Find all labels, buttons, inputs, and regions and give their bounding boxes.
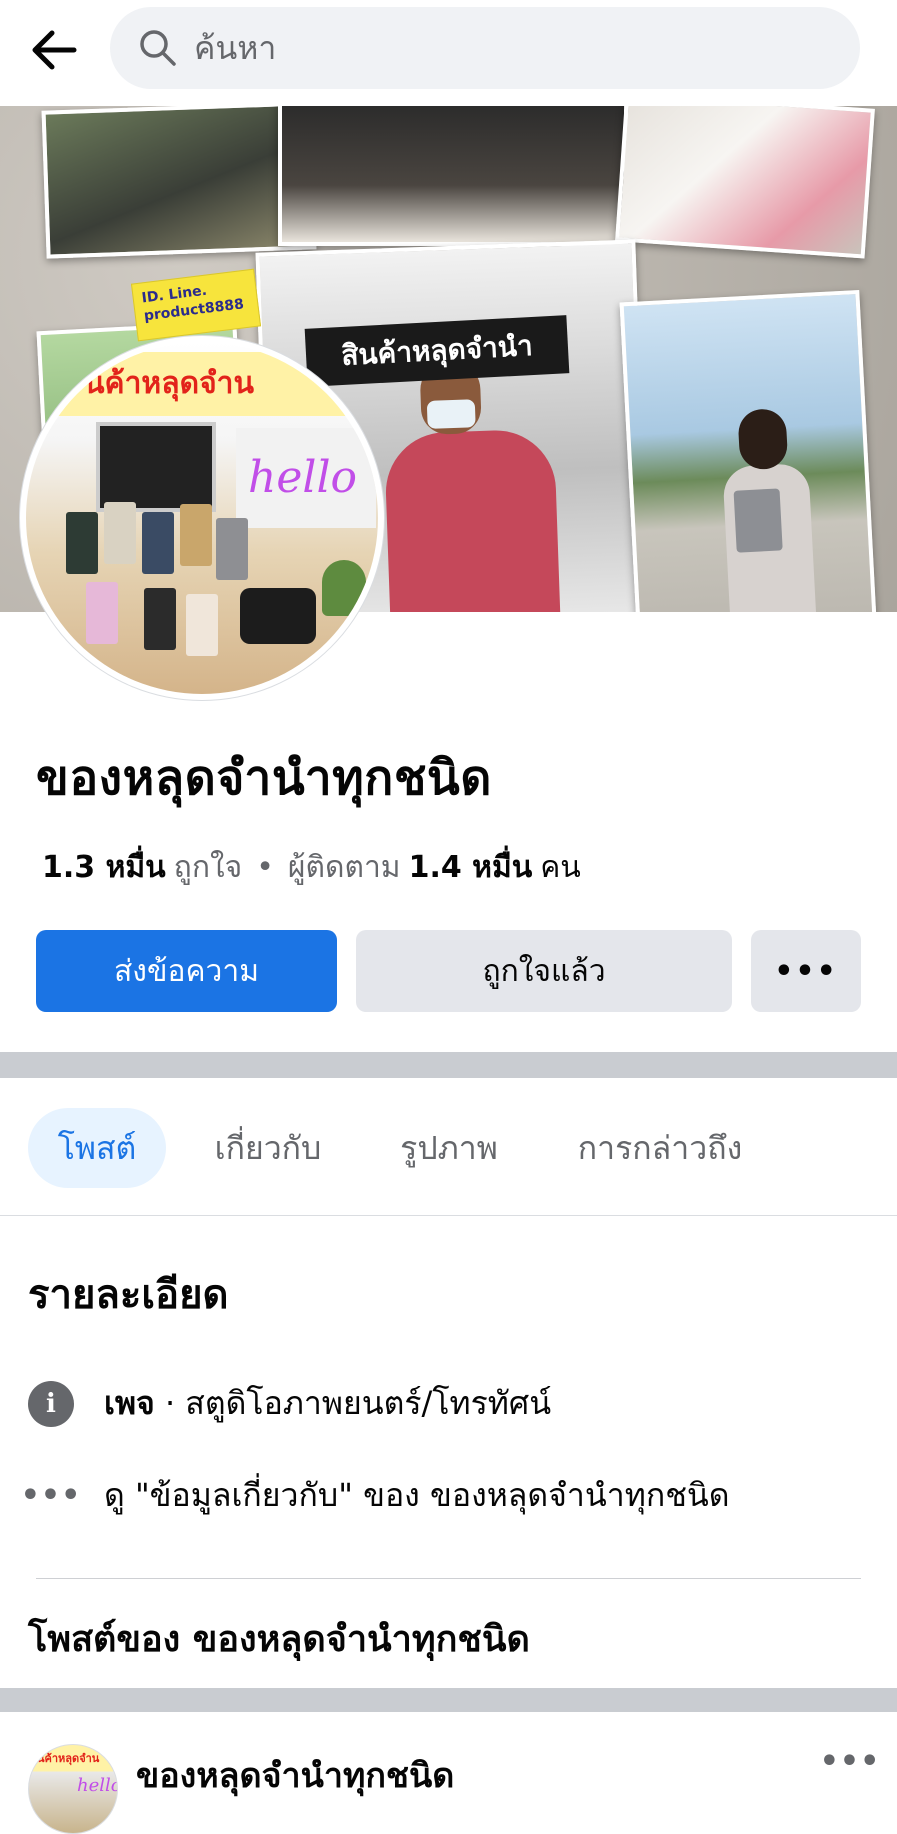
tab-about[interactable]: เกี่ยวกับ bbox=[200, 1108, 336, 1188]
avatar-banner: นค้าหลุดจำน bbox=[44, 352, 364, 416]
followers-unit: คน bbox=[540, 850, 581, 885]
stats-separator: • bbox=[256, 850, 274, 885]
post-avatar[interactable]: นค้าหลุดจำน hello bbox=[28, 1744, 118, 1834]
profile-tabs: โพสต์ เกี่ยวกับ รูปภาพ การกล่าวถึง bbox=[0, 1078, 897, 1216]
cover-collage-photo bbox=[278, 106, 628, 246]
search-bar[interactable] bbox=[110, 7, 860, 89]
tab-photos[interactable]: รูปภาพ bbox=[384, 1108, 514, 1188]
info-icon: i bbox=[28, 1380, 74, 1427]
followers-label: ผู้ติดตาม bbox=[287, 850, 401, 885]
category-row: i เพจ · สตูดิโอภาพยนตร์/โทรทัศน์ bbox=[28, 1378, 551, 1429]
section-divider bbox=[0, 1052, 897, 1078]
post-more-button[interactable]: ••• bbox=[820, 1736, 880, 1786]
post-author-name[interactable]: ของหลุดจำนำทุกชนิด bbox=[136, 1748, 454, 1802]
page-title: ของหลุดจำนำทุกชนิด bbox=[36, 750, 492, 806]
posts-section-title: โพสต์ของ ของหลุดจำนำทุกชนิด bbox=[28, 1619, 530, 1660]
phone-box-graphic bbox=[216, 518, 248, 580]
plant-graphic bbox=[322, 560, 366, 616]
phone-box-graphic bbox=[142, 512, 174, 574]
likes-label: ถูกใจ bbox=[173, 850, 243, 885]
camera-graphic bbox=[240, 588, 316, 644]
avatar-banner: นค้าหลุดจำน bbox=[37, 1752, 100, 1765]
section-divider bbox=[0, 1688, 897, 1712]
page-stats: 1.3 หมื่น ถูกใจ • ผู้ติดตาม 1.4 หมื่น คน bbox=[42, 844, 581, 891]
details-title: รายละเอียด bbox=[28, 1272, 229, 1318]
cover-collage-photo bbox=[619, 289, 877, 612]
tab-posts[interactable]: โพสต์ bbox=[28, 1108, 166, 1188]
profile-avatar[interactable]: นค้าหลุดจำน hello bbox=[20, 336, 384, 700]
phone-box-graphic bbox=[180, 504, 212, 566]
phone-box-graphic bbox=[144, 588, 176, 650]
back-button[interactable] bbox=[24, 22, 84, 78]
tab-mentions[interactable]: การกล่าวถึง bbox=[560, 1108, 760, 1188]
divider bbox=[36, 1578, 861, 1579]
search-icon bbox=[136, 26, 180, 70]
likes-count: 1.3 หมื่น bbox=[42, 850, 166, 885]
phone-box-graphic bbox=[186, 594, 218, 656]
send-message-button[interactable]: ส่งข้อความ bbox=[36, 930, 337, 1012]
search-input[interactable] bbox=[194, 29, 794, 67]
person-figure bbox=[381, 356, 561, 612]
more-options-button[interactable]: ••• bbox=[751, 930, 861, 1012]
see-about-row[interactable]: ••• ดู "ข้อมูลเกี่ยวกับ" ของ ของหลุดจำนำ… bbox=[20, 1470, 730, 1521]
monitor-graphic bbox=[96, 422, 216, 512]
avatar-image: นค้าหลุดจำน hello bbox=[26, 342, 378, 694]
phone-box-graphic bbox=[104, 502, 136, 564]
post-header: นค้าหลุดจำน hello ของหลุดจำนำทุกชนิด ••• bbox=[0, 1712, 897, 1834]
liked-button[interactable]: ถูกใจแล้ว bbox=[356, 930, 732, 1012]
see-about-link[interactable]: ดู "ข้อมูลเกี่ยวกับ" ของ ของหลุดจำนำทุกช… bbox=[104, 1470, 730, 1521]
category-type: เพจ bbox=[104, 1384, 155, 1422]
back-arrow-icon bbox=[32, 30, 77, 70]
cover-collage-photo bbox=[615, 106, 875, 259]
hello-graphic: hello bbox=[236, 428, 376, 528]
category-value: · สตูดิโอภาพยนตร์/โทรทัศน์ bbox=[154, 1384, 552, 1422]
top-bar bbox=[0, 0, 897, 106]
hello-graphic: hello bbox=[77, 1775, 118, 1796]
person-figure bbox=[719, 407, 817, 612]
cover-collage-photo bbox=[41, 106, 317, 259]
phone-box-graphic bbox=[86, 582, 118, 644]
followers-count: 1.4 หมื่น bbox=[408, 850, 533, 885]
phone-box-graphic bbox=[66, 512, 98, 574]
category-text: เพจ · สตูดิโอภาพยนตร์/โทรทัศน์ bbox=[104, 1378, 551, 1429]
more-dots-icon: ••• bbox=[20, 1478, 82, 1513]
